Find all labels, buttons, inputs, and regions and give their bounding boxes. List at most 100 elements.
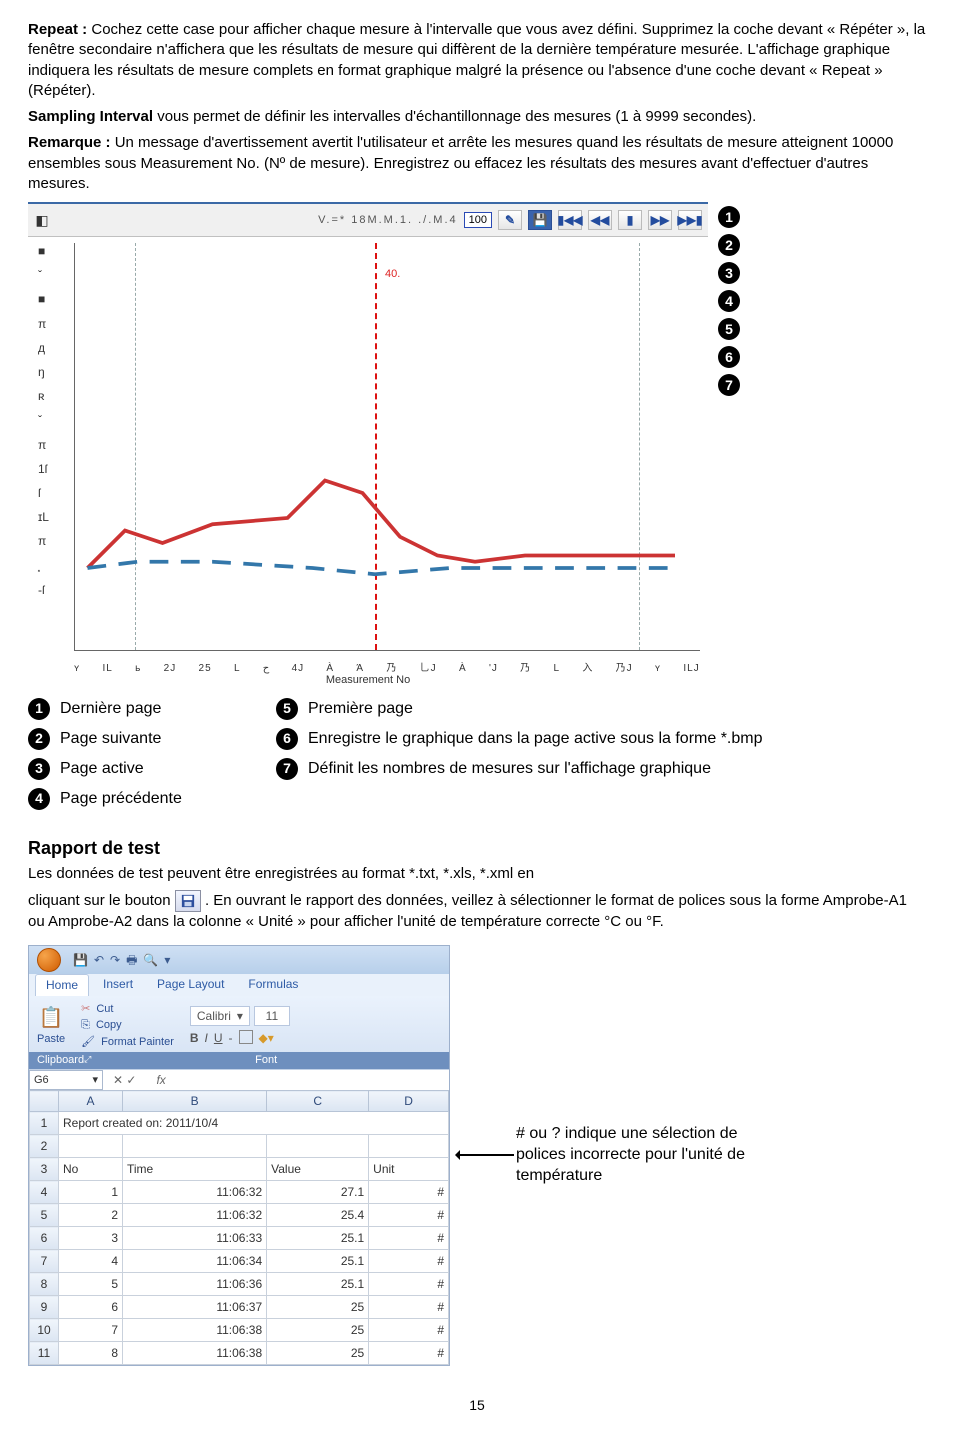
legend-text-5: Première page [308,698,413,720]
chart-window: ◧ V.=* 18M.M.1. ./.M.4 100 ✎ 💾 ▮◀◀ ◀◀ ▮ … [28,202,708,688]
section-title-rapport: Rapport de test [28,836,926,860]
qat-redo-icon[interactable]: ↷ [110,952,120,968]
table-row[interactable]: 10711:06:3825# [30,1319,449,1342]
col-head-b[interactable]: B [123,1091,267,1112]
tab-insert[interactable]: Insert [93,974,143,996]
table-row[interactable]: 8511:06:3625.1# [30,1273,449,1296]
copy-icon[interactable]: ⎘ [81,1018,90,1033]
table-row[interactable]: 4111:06:3227.1# [30,1181,449,1204]
table-row[interactable]: 5211:06:3225.4# [30,1204,449,1227]
table-row[interactable]: 2 [30,1135,449,1158]
format-painter-label: Format Painter [101,1035,174,1050]
chart-plot: 40. [74,243,700,651]
fx-icon[interactable]: fx [156,1072,165,1088]
table-row[interactable]: 1Report created on: 2011/10/4 [30,1112,449,1135]
formula-bar: G6▾ ✕ ✓ fx [29,1069,449,1090]
chart-y-axis: ■ˇ■πдŋʀˇπ1ſſɪLπ⸼-ſ [38,243,49,598]
chart-count-box[interactable]: 100 [464,212,492,229]
active-page-icon[interactable]: ▮ [618,210,642,230]
qat-dropdown-icon[interactable]: ▾ [164,952,170,968]
chart-x-axis: ʏILь2J25Lح4JÀΆ乃乚JÀ'J乃L入乃JʏILJ [74,662,700,676]
table-row[interactable]: 6311:06:3325.1# [30,1227,449,1250]
legend-text-7: Définit les nombres de mesures sur l'aff… [308,758,711,780]
ribbon-tabs: Home Insert Page Layout Formulas [29,974,449,996]
chart-series [75,243,700,677]
excel-qat: 💾 ↶ ↷ 🖶 🔍 ▾ [29,946,449,974]
legend-text-4: Page précédente [60,788,182,810]
fill-color-icon[interactable]: ◆▾ [259,1030,274,1046]
bold-repeat-label: Repeat : [28,21,87,38]
sampling-body: vous permet de définir les intervalles d… [153,108,756,125]
annotation-arrow-icon [456,1154,514,1156]
legend-text-6: Enregistre le graphique dans la page act… [308,728,762,750]
paste-icon[interactable]: 📋 [39,1005,64,1032]
legend-text-1: Dernière page [60,698,161,720]
group-label-clipboard: Clipboard [37,1053,84,1068]
paragraph-sampling: Sampling Interval vous permet de définir… [28,107,926,127]
paragraph-repeat: Repeat : Cochez cette case pour afficher… [28,20,926,101]
callout-6: 6 [718,346,740,368]
save-bmp-icon[interactable]: 💾 [528,210,552,230]
underline-icon[interactable]: U [214,1030,223,1046]
table-row[interactable]: 3NoTimeValueUnit [30,1158,449,1181]
spreadsheet[interactable]: A B C D 1Report created on: 2011/10/423N… [29,1090,449,1365]
legend-text-3: Page active [60,758,144,780]
last-page-icon[interactable]: ▶▶▮ [678,210,702,230]
col-head-c[interactable]: C [267,1091,369,1112]
rapport-line2: cliquant sur le bouton . En ouvrant le r… [28,890,926,932]
bold-icon[interactable]: B [190,1030,199,1046]
italic-icon[interactable]: I [205,1030,208,1046]
table-row[interactable]: 7411:06:3425.1# [30,1250,449,1273]
chart-title-scrawl: V.=* 18M.M.1. ./.M.4 [318,213,458,228]
qat-icons: 💾 ↶ ↷ 🖶 🔍 ▾ [73,952,170,968]
first-page-icon[interactable]: ▮◀◀ [558,210,582,230]
prev-page-icon[interactable]: ◀◀ [588,210,612,230]
copy-label: Copy [96,1018,122,1033]
name-box[interactable]: G6▾ [29,1070,103,1090]
set-count-icon[interactable]: ✎ [498,210,522,230]
next-page-icon[interactable]: ▶▶ [648,210,672,230]
page-number: 15 [28,1396,926,1415]
rapport-line1: Les données de test peuvent être enregis… [28,864,926,884]
office-orb-icon[interactable] [37,948,61,972]
save-icon[interactable] [175,890,201,912]
legend-badge-6: 6 [276,728,298,750]
col-head-rownum[interactable] [30,1091,59,1112]
chart-legend: 1Dernière page 5Première page 2Page suiv… [28,698,926,810]
qat-preview-icon[interactable]: 🔍 [143,952,158,968]
col-head-d[interactable]: D [369,1091,449,1112]
qat-undo-icon[interactable]: ↶ [94,952,104,968]
paste-label: Paste [37,1032,65,1047]
table-row[interactable]: 11811:06:3825# [30,1342,449,1365]
paragraph-remarque: Remarque : Un message d'avertissement av… [28,133,926,194]
excel-window: 💾 ↶ ↷ 🖶 🔍 ▾ Home Insert Page Layout Form… [28,945,450,1366]
chart-toolbar: ◧ V.=* 18M.M.1. ./.M.4 100 ✎ 💾 ▮◀◀ ◀◀ ▮ … [28,204,708,237]
callout-7: 7 [718,374,740,396]
qat-print-icon[interactable]: 🖶 [126,952,137,968]
tab-home[interactable]: Home [35,974,89,996]
chart-callouts: 1 2 3 4 5 6 7 [718,206,740,396]
cut-icon[interactable]: ✂ [81,1002,90,1017]
repeat-body: Cochez cette case pour afficher chaque m… [28,21,925,99]
callout-1: 1 [718,206,740,228]
group-label-font: Font [255,1053,277,1068]
bold-sampling-label: Sampling Interval [28,108,153,125]
remarque-body: Un message d'avertissement avertit l'uti… [28,134,893,192]
legend-badge-7: 7 [276,758,298,780]
font-name-dropdown[interactable]: Calibri▾ [190,1006,250,1026]
tab-pagelayout[interactable]: Page Layout [147,974,234,996]
font-size-dropdown[interactable]: 11 [254,1006,290,1026]
format-painter-icon[interactable]: 🖌 [81,1035,95,1050]
annotation-text: # ou ? indique une sélection de polices … [516,1124,776,1186]
qat-save-icon[interactable]: 💾 [73,952,88,968]
rapport-line2-a: cliquant sur le bouton [28,892,175,909]
tab-formulas[interactable]: Formulas [238,974,308,996]
chart-plot-area: ■ˇ■πдŋʀˇπ1ſſɪLπ⸼-ſ 40. ʏILь2J25Lح4JÀΆ乃乚J… [28,237,708,677]
legend-badge-3: 3 [28,758,50,780]
ribbon-group-labels: Clipboard ⤢ Font [29,1052,449,1069]
border-icon[interactable] [239,1030,253,1044]
col-head-a[interactable]: A [59,1091,123,1112]
table-row[interactable]: 9611:06:3725# [30,1296,449,1319]
legend-badge-1: 1 [28,698,50,720]
legend-badge-4: 4 [28,788,50,810]
